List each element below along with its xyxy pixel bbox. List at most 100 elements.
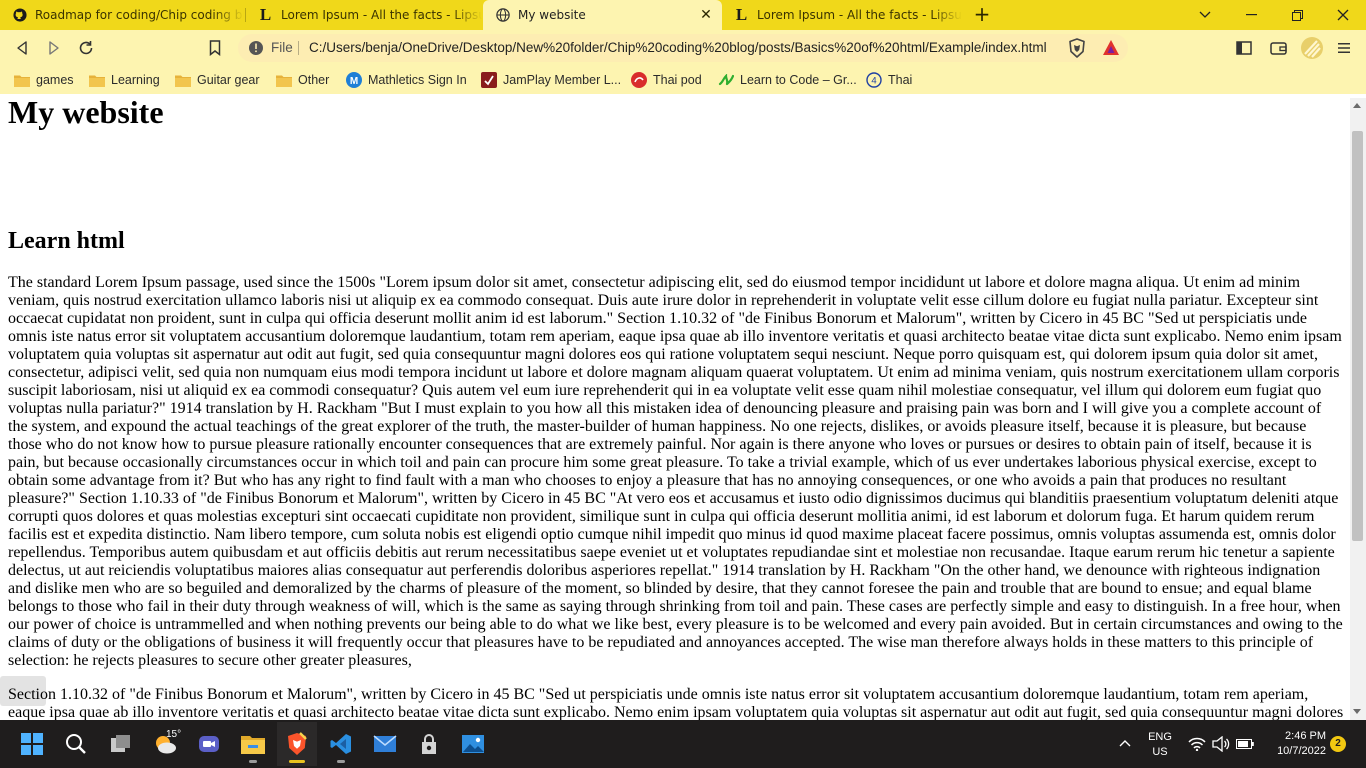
start-button[interactable] — [12, 722, 52, 766]
sidebar-icon — [1236, 41, 1252, 55]
bookmark-label: Learning — [111, 73, 160, 87]
avatar-icon — [1301, 37, 1323, 59]
tab-roadmap[interactable]: Roadmap for coding/Chip coding blog — [0, 0, 244, 30]
profile-button[interactable] — [1300, 36, 1324, 60]
lipsum-icon: L — [735, 5, 748, 24]
section-heading: Learn html — [8, 228, 125, 254]
mail-button[interactable] — [365, 722, 405, 766]
minimize-button[interactable] — [1228, 0, 1274, 30]
bookmark-jamplay[interactable]: JamPlay Member L... — [481, 70, 621, 90]
vscode-button[interactable] — [321, 722, 361, 766]
task-view-button[interactable] — [101, 722, 141, 766]
video-chat-icon — [199, 736, 219, 752]
bookmark-folder-games[interactable]: games — [14, 70, 74, 90]
scroll-down-arrow-icon[interactable] — [1353, 709, 1361, 714]
brave-rewards-icon[interactable] — [1101, 38, 1121, 58]
chevron-down-icon — [1199, 11, 1211, 18]
back-icon — [17, 41, 27, 55]
app-button[interactable] — [409, 722, 449, 766]
task-view-icon — [111, 735, 130, 752]
bookmark-thai[interactable]: 4 Thai — [866, 70, 912, 90]
hamburger-menu-icon — [1338, 43, 1350, 53]
maximize-button[interactable] — [1274, 0, 1320, 30]
address-divider — [298, 41, 299, 55]
bookmark-folder-other[interactable]: Other — [276, 70, 329, 90]
running-indicator — [249, 760, 257, 763]
bookmark-icon — [209, 40, 221, 56]
bookmark-label: JamPlay Member L... — [503, 73, 622, 87]
folder-icon — [14, 72, 30, 88]
running-indicator — [337, 760, 345, 763]
bookmark-label: Mathletics Sign In — [368, 73, 467, 87]
tab-search-button[interactable] — [1182, 0, 1228, 30]
folder-icon — [276, 72, 292, 88]
tab-title: Lorem Ipsum - All the facts - Lipsum gen… — [757, 8, 962, 22]
svg-text:M: M — [350, 76, 358, 87]
video-chat-button[interactable] — [189, 722, 229, 766]
sidebar-button[interactable] — [1234, 38, 1254, 58]
back-button[interactable] — [12, 38, 32, 58]
body-paragraph: Section 1.10.32 of "de Finibus Bonorum e… — [8, 686, 1344, 720]
vscode-icon — [330, 734, 351, 754]
bookmark-folder-learning[interactable]: Learning — [89, 70, 160, 90]
bookmark-label: Thai pod — [653, 73, 702, 87]
tab-title: Lorem Ipsum - All the facts - Lipsum gen… — [281, 8, 482, 22]
tab-lipsum-2[interactable]: L Lorem Ipsum - All the facts - Lipsum g… — [722, 0, 962, 30]
address-url[interactable]: C:/Users/benja/OneDrive/Desktop/New%20fo… — [309, 40, 1054, 55]
chevron-up-icon[interactable] — [1117, 736, 1133, 752]
language-region: US — [1152, 746, 1168, 758]
close-tab-icon[interactable]: ✕ — [698, 7, 714, 23]
brave-taskbar-button[interactable] — [277, 722, 317, 766]
reload-button[interactable] — [76, 38, 96, 58]
search-icon — [66, 734, 86, 754]
wifi-icon — [1188, 737, 1206, 751]
bookmark-label: Other — [298, 73, 330, 87]
jamplay-icon — [481, 72, 497, 88]
scrollbar-thumb[interactable] — [1352, 131, 1363, 541]
bookmark-label: Thai — [888, 73, 913, 87]
tab-my-website[interactable]: My website ✕ — [483, 0, 722, 30]
battery-button[interactable] — [1236, 735, 1254, 753]
reload-icon — [79, 41, 93, 55]
scroll-up-arrow-icon[interactable] — [1353, 103, 1361, 108]
photos-icon — [462, 735, 484, 753]
photos-button[interactable] — [453, 722, 493, 766]
info-icon[interactable] — [248, 40, 264, 56]
start-icon — [21, 733, 43, 755]
svg-text:4: 4 — [871, 76, 876, 87]
thai-4-icon: 4 — [866, 72, 882, 88]
tab-lipsum[interactable]: L Lorem Ipsum - All the facts - Lipsum g… — [246, 0, 482, 30]
clock-time: 2:46 PM — [1285, 730, 1326, 742]
close-icon — [1337, 9, 1349, 21]
wifi-button[interactable] — [1188, 735, 1206, 753]
bookmark-mathletics[interactable]: M Mathletics Sign In — [346, 70, 467, 90]
menu-button[interactable] — [1334, 38, 1354, 58]
page-heading: My website — [8, 98, 164, 130]
brave-icon — [288, 732, 307, 755]
bookmark-folder-guitar-gear[interactable]: Guitar gear — [175, 70, 260, 90]
close-window-button[interactable] — [1320, 0, 1366, 30]
notification-badge[interactable]: 2 — [1330, 736, 1346, 752]
mail-icon — [373, 735, 397, 752]
bookmark-learn-to-code[interactable]: Learn to Code – Gr... — [718, 70, 857, 90]
language-indicator[interactable]: ENG US — [1144, 730, 1176, 760]
bookmark-thai-pod[interactable]: Thai pod — [631, 70, 702, 90]
page-viewport: My website Learn html The standard Lorem… — [0, 98, 1350, 720]
forward-button[interactable] — [44, 38, 64, 58]
weather-temperature: 15° — [166, 729, 182, 740]
bookmark-page-button[interactable] — [205, 38, 225, 58]
bookmark-label: Learn to Code – Gr... — [740, 73, 857, 87]
clock-date: 10/7/2022 — [1277, 745, 1326, 757]
bookmark-label: Guitar gear — [197, 73, 260, 87]
folder-icon — [89, 72, 105, 88]
globe-icon — [495, 8, 510, 23]
volume-button[interactable] — [1212, 735, 1230, 753]
brave-shields-icon[interactable] — [1068, 38, 1086, 58]
freecodecamp-icon — [718, 72, 734, 88]
mathletics-icon: M — [346, 72, 362, 88]
file-explorer-button[interactable] — [233, 722, 273, 766]
search-button[interactable] — [56, 722, 96, 766]
new-tab-button[interactable]: + — [972, 4, 992, 25]
system-clock[interactable]: 2:46 PM 10/7/2022 — [1264, 729, 1326, 759]
wallet-button[interactable] — [1268, 38, 1288, 58]
